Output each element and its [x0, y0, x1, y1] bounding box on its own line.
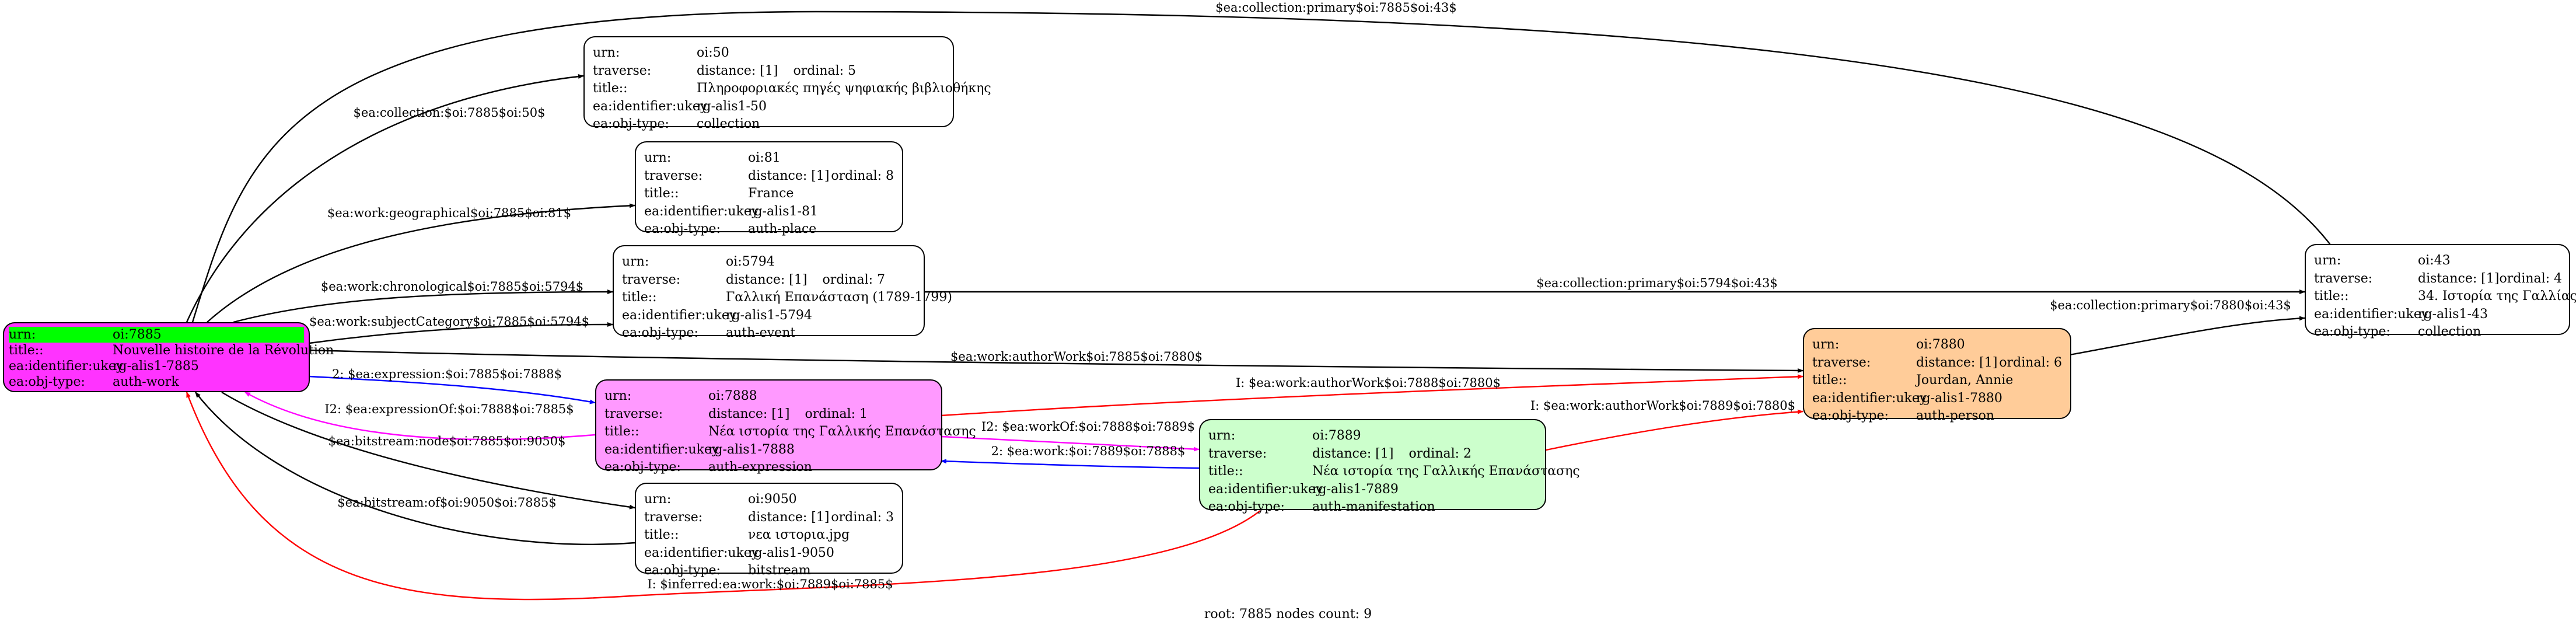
edge-work-7889-7888	[941, 459, 1200, 469]
node-7888[interactable]: urn: oi:7888 traverse: distance: [1] ordina…	[595, 379, 976, 475]
edge-collection-primary-7880-43	[2069, 316, 2305, 356]
edge-label-e11: $ea:collection:primary$oi:5794$oi:43$	[1536, 276, 1777, 290]
edge-label-e7: 2: $ea:expression:$oi:7885$oi:7888$	[332, 367, 562, 381]
edge-collection-primary-7885-43	[191, 11, 2358, 323]
node-9050[interactable]: urn: oi:9050 traverse: distance: [1] ordina…	[635, 483, 903, 578]
edge-label-e6: $ea:work:authorWork$oi:7885$oi:7880$	[950, 350, 1203, 364]
edge-label-e4: $ea:work:chronological$oi:7885$oi:5794$	[321, 280, 583, 294]
edge-label-e10: $ea:bitstream:of$oi:9050$oi:7885$	[337, 496, 556, 510]
edge-label-e12: $ea:collection:primary$oi:7880$oi:43$	[2050, 298, 2291, 312]
edge-label-e3: $ea:work:geographical$oi:7885$oi:81$	[327, 206, 571, 220]
graph-edges: $ea:collection:primary$oi:7885$oi:43$ $e…	[186, 1, 2358, 601]
node-7880[interactable]: urn: oi:7880 traverse: distance: [1] ordina…	[1803, 328, 2071, 423]
edge-label-e9: $ea:bitstream:node$oi:7885$oi:9050$	[328, 434, 565, 448]
graph-footer: root: 7885 nodes count: 9	[1204, 607, 1372, 622]
node-7889[interactable]: urn: oi:7889 traverse: distance: [1] ordina…	[1199, 419, 1580, 514]
edge-label-e16: I: $ea:work:authorWork$oi:7889$oi:7880$	[1530, 399, 1795, 413]
edge-label-e5: $ea:work:subjectCategory$oi:7885$oi:5794…	[309, 315, 589, 329]
node-7885[interactable]: urn: oi:7885 title:: Nouvelle histoire de …	[3, 322, 334, 392]
edge-label-e2: $ea:collection:$oi:7885$oi:50$	[354, 106, 546, 120]
edge-geographical-7885-81	[207, 203, 635, 323]
edge-label-e8: I2: $ea:expressionOf:$oi:7888$oi:7885$	[324, 402, 574, 416]
edge-authorwork-7889-7880	[1543, 409, 1803, 452]
edge-label-e1: $ea:collection:primary$oi:7885$oi:43$	[1215, 1, 1456, 15]
node-5794[interactable]: urn: oi:5794 traverse: distance: [1] ordina…	[613, 245, 952, 340]
node-7885-urn-row: urn: oi:7885	[9, 327, 304, 343]
node-81[interactable]: urn: oi:81 traverse: distance: [1] ordinal:…	[635, 141, 903, 236]
edge-label-e15: 2: $ea:work:$oi:7889$oi:7888$	[991, 444, 1186, 458]
node-7885-title: Nouvelle histoire de la Révolution	[113, 343, 334, 358]
edge-label-e14: I2: $ea:workOf:$oi:7888$oi:7889$	[981, 420, 1195, 434]
node-43[interactable]: urn: oi:43 traverse: distance: [1] ordinal:…	[2305, 244, 2576, 339]
node-50[interactable]: urn: oi:50 traverse: distance: [1] ordinal:…	[583, 36, 991, 131]
edge-label-e13: I: $ea:work:authorWork$oi:7888$oi:7880$	[1236, 376, 1501, 390]
